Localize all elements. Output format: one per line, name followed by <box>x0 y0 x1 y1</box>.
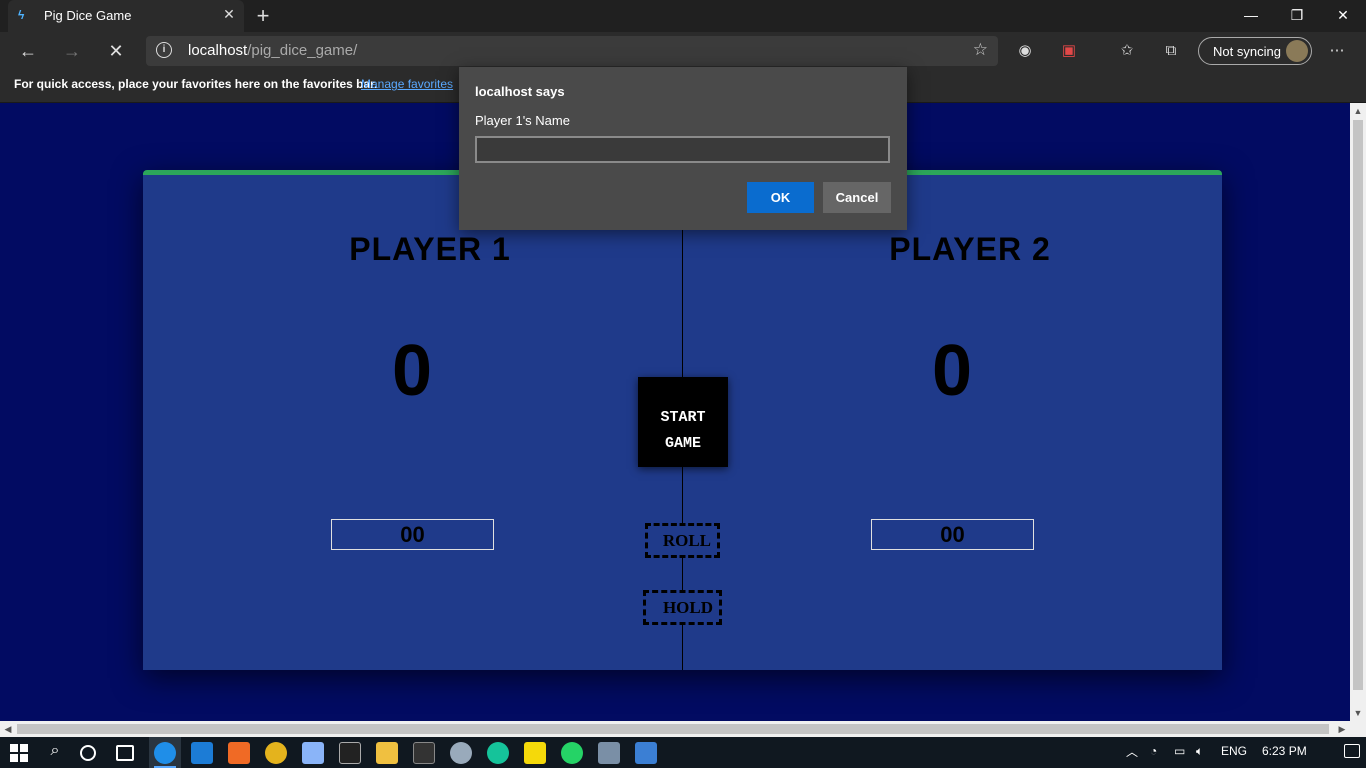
command-prompt-icon[interactable] <box>339 742 361 764</box>
player1-score: 0 <box>391 331 433 411</box>
cancel-button[interactable]: Cancel <box>823 182 891 213</box>
stop-loading-icon[interactable]: ✕ <box>104 40 128 62</box>
wifi-icon[interactable]: ◔ <box>1150 744 1157 758</box>
favorites-icon[interactable]: ✩ <box>1116 41 1138 61</box>
file-explorer-icon[interactable] <box>376 742 398 764</box>
xampp-icon[interactable] <box>228 742 250 764</box>
scroll-down-arrow-icon[interactable]: ▼ <box>1350 705 1366 721</box>
photos-icon[interactable] <box>635 742 657 764</box>
back-arrow-icon[interactable]: ← <box>16 40 40 62</box>
scroll-up-arrow-icon[interactable]: ▲ <box>1350 103 1366 119</box>
close-window-button[interactable]: ✕ <box>1320 4 1366 28</box>
dialog-title: localhost says <box>475 84 565 99</box>
paint-icon[interactable] <box>450 742 472 764</box>
restore-button[interactable]: ❐ <box>1274 4 1320 28</box>
tab-close-icon[interactable]: ✕ <box>220 6 238 23</box>
player1-name: PLAYER 1 <box>349 231 511 267</box>
edge-browser-icon[interactable] <box>154 742 176 764</box>
new-tab-button[interactable]: + <box>252 3 274 29</box>
player2-current-score: 00 <box>871 519 1034 550</box>
hold-button[interactable]: HOLD <box>643 590 722 625</box>
ok-button[interactable]: OK <box>747 182 814 213</box>
player-name-input[interactable] <box>475 136 890 163</box>
search-icon[interactable]: ⌕ <box>44 742 66 764</box>
vscode-icon[interactable] <box>191 742 213 764</box>
favorite-star-icon[interactable]: ☆ <box>973 40 988 60</box>
battery-icon[interactable]: ▭ <box>1174 744 1185 758</box>
tab-favicon-icon: ϟ <box>18 8 25 22</box>
volume-icon[interactable]: 🔈︎ <box>1196 744 1203 759</box>
terminal-icon[interactable] <box>413 742 435 764</box>
screenshot-extension-icon[interactable]: ▣ <box>1058 41 1080 61</box>
show-hidden-icons-icon[interactable]: ︿ <box>1126 743 1138 760</box>
player2-name: PLAYER 2 <box>889 231 1051 267</box>
sync-label: Not syncing <box>1213 44 1281 59</box>
avatar <box>1286 40 1308 62</box>
remote-desktop-icon[interactable] <box>598 742 620 764</box>
horizontal-scroll-thumb[interactable] <box>17 724 1329 734</box>
windows-start-icon[interactable] <box>10 744 28 762</box>
favorites-bar-hint: For quick access, place your favorites h… <box>14 77 378 91</box>
roll-button[interactable]: ROLL <box>645 523 720 558</box>
cortana-icon[interactable] <box>80 745 96 761</box>
prompt-dialog: localhost says Player 1's Name OK Cancel <box>459 67 907 230</box>
vertical-scrollbar[interactable]: ▲ ▼ <box>1350 103 1366 721</box>
scrollbar-corner <box>1350 721 1366 737</box>
tab-title: Pig Dice Game <box>44 8 132 23</box>
sticky-notes-icon[interactable] <box>524 742 546 764</box>
start-label-line2: GAME <box>664 435 701 452</box>
address-host: localhost <box>188 42 248 59</box>
chrome-icon[interactable] <box>265 742 287 764</box>
forward-arrow-icon[interactable]: → <box>60 40 84 62</box>
tab-pig-dice-game[interactable]: ϟ Pig Dice Game ✕ <box>8 0 244 32</box>
site-info-icon[interactable]: i <box>156 42 172 58</box>
clock[interactable]: 6:23 PM <box>1262 744 1307 758</box>
profile-sync-button[interactable]: Not syncing <box>1198 37 1312 65</box>
vertical-scroll-thumb[interactable] <box>1353 120 1363 690</box>
grammarly-icon[interactable] <box>487 742 509 764</box>
scroll-right-arrow-icon[interactable]: ▶ <box>1334 721 1350 737</box>
scroll-left-arrow-icon[interactable]: ◀ <box>0 721 16 737</box>
player1-current-score: 00 <box>331 519 494 550</box>
game-board: PLAYER 1 0 00 PLAYER 2 0 00 START GAME R… <box>143 170 1222 670</box>
start-label-line1: START <box>660 409 706 426</box>
address-path: /pig_dice_game/ <box>247 42 358 59</box>
task-view-icon[interactable] <box>116 745 134 761</box>
minimize-button[interactable]: — <box>1228 4 1274 28</box>
windows-taskbar: ⌕ ︿ ◔ ▭ 🔈︎ ENG 6:23 PM <box>0 737 1366 768</box>
more-menu-icon[interactable]: ⋯ <box>1326 41 1348 61</box>
language-indicator[interactable]: ENG <box>1221 744 1247 758</box>
manage-favorites-link[interactable]: Manage favorites <box>361 77 453 91</box>
browser-titlebar: ϟ Pig Dice Game ✕ + — ❐ ✕ <box>0 0 1366 32</box>
collections-icon[interactable]: ⧉ <box>1160 41 1182 61</box>
whatsapp-icon[interactable] <box>561 742 583 764</box>
dialog-message: Player 1's Name <box>475 113 570 128</box>
notifications-icon[interactable] <box>1344 744 1360 758</box>
address-url[interactable]: localhost/pig_dice_game/ <box>188 42 357 59</box>
extension-icon[interactable]: ◉ <box>1014 41 1036 61</box>
horizontal-scrollbar[interactable]: ◀ ▶ <box>0 721 1350 737</box>
address-bar[interactable]: i localhost/pig_dice_game/ ☆ <box>146 36 998 66</box>
start-game-button[interactable]: START GAME <box>638 377 728 467</box>
browser-toolbar: ← → ✕ i localhost/pig_dice_game/ ☆ ◉ ▣ ✩… <box>0 32 1366 70</box>
notepad-icon[interactable] <box>302 742 324 764</box>
player2-score: 0 <box>931 331 973 411</box>
